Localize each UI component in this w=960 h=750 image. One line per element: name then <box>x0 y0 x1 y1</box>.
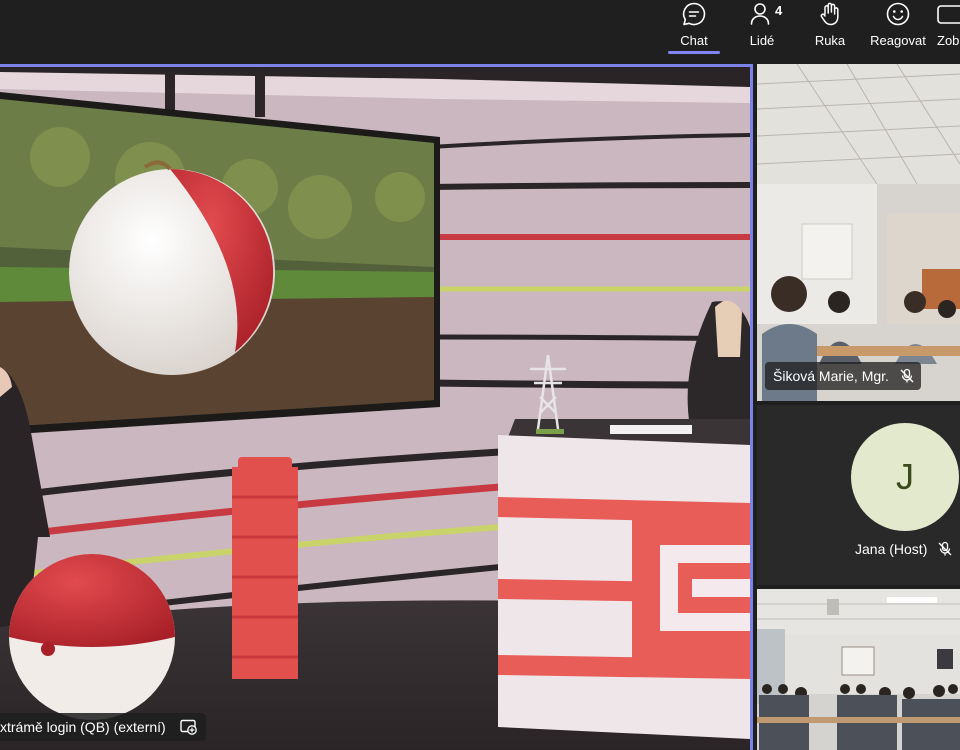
view-button[interactable]: Zob <box>932 0 960 56</box>
people-label: Lidé <box>749 33 775 48</box>
people-button[interactable]: 4 Lidé <box>731 0 793 56</box>
presenter-name-label: xtrámě login (QB) (externí) <box>0 713 206 741</box>
avatar: J <box>851 423 959 531</box>
people-count-badge: 4 <box>775 3 783 18</box>
avatar-initial: J <box>896 456 914 497</box>
main-video-stage[interactable] <box>0 64 753 750</box>
classroom-video <box>757 64 960 401</box>
screen-share-icon <box>180 719 198 735</box>
chat-icon <box>681 0 707 28</box>
react-label: Reagovat <box>870 33 926 48</box>
raise-hand-icon <box>817 0 843 28</box>
mic-off-icon <box>899 368 915 384</box>
mic-off-icon <box>937 541 953 557</box>
meeting-toolbar: Chat 4 Lidé Ruka Reagovat Zob <box>0 0 960 60</box>
react-button[interactable]: Reagovat <box>867 0 929 56</box>
raise-hand-button[interactable]: Ruka <box>799 0 861 56</box>
classroom-video-2 <box>757 589 960 750</box>
participant-name-label: Šiková Marie, Mgr. <box>765 362 921 390</box>
view-label: Zob <box>937 33 960 48</box>
chat-label: Chat <box>680 33 708 48</box>
participant-tile-sikova[interactable]: Šiková Marie, Mgr. <box>757 64 960 401</box>
people-icon: 4 <box>749 0 782 28</box>
presenter-name: xtrámě login (QB) (externí) <box>0 719 166 735</box>
view-icon <box>936 0 960 28</box>
participant-name: Jana (Host) <box>855 541 928 557</box>
participant-name: Šiková Marie, Mgr. <box>773 368 889 384</box>
raise-hand-label: Ruka <box>814 33 846 48</box>
react-icon <box>885 0 911 28</box>
chat-button[interactable]: Chat <box>663 0 725 56</box>
participant-name-label: Jana (Host) <box>855 541 953 557</box>
participant-tile-jana[interactable]: J Jana (Host) <box>757 405 960 585</box>
studio-video-frame <box>0 67 750 750</box>
participant-tile-classroom[interactable] <box>757 589 960 750</box>
